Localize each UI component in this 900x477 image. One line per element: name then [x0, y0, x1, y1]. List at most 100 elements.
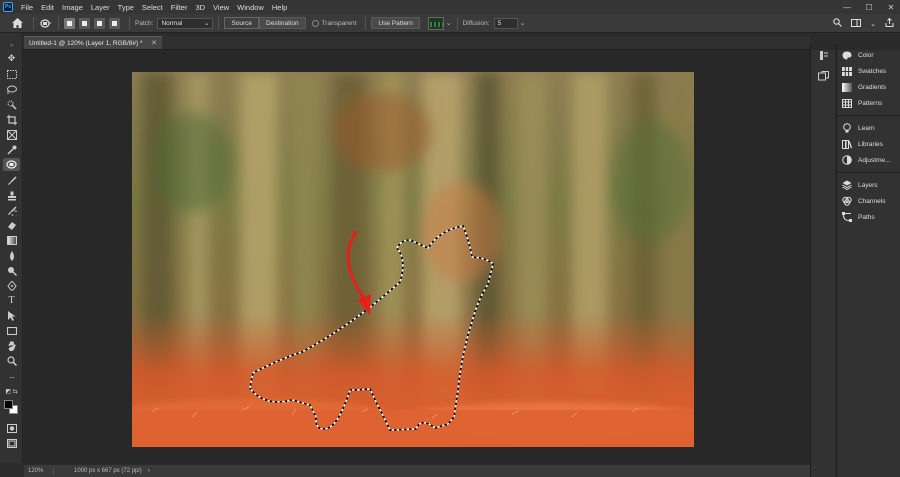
screen-mode-icon[interactable] [3, 437, 20, 450]
options-bar: Patch: Normal ⌄ Source Destination Trans… [0, 14, 900, 33]
eyedropper-tool-icon[interactable] [3, 143, 20, 156]
divider [456, 16, 458, 30]
chevron-down-icon[interactable]: ⌄ [446, 19, 452, 27]
menu-window[interactable]: Window [233, 3, 268, 12]
document-tab[interactable]: Untitled-1 @ 120% (Layer 1, RGB/8#) * ✕ [24, 36, 162, 49]
paths-icon [842, 212, 852, 222]
panel-collapse-icon[interactable]: » [3, 39, 20, 52]
divider [365, 16, 367, 30]
healing-patch-tool-icon[interactable] [3, 158, 20, 171]
default-colors-icon[interactable]: ◩ ⇆ [3, 387, 20, 395]
panel-icon-strip [810, 44, 836, 477]
maximize-button[interactable]: ☐ [864, 3, 874, 12]
patterns-icon [842, 98, 852, 108]
chevron-down-icon[interactable]: ⌄ [520, 19, 526, 27]
share-icon[interactable] [885, 17, 894, 29]
panel-gradients[interactable]: Gradients [837, 80, 900, 94]
move-tool-icon[interactable]: ✥ [3, 52, 20, 65]
status-menu-arrow[interactable]: › [148, 468, 150, 474]
panel-swatches[interactable]: Swatches [837, 64, 900, 78]
minimize-button[interactable]: — [842, 3, 852, 12]
subtract-from-selection-button[interactable] [94, 17, 105, 29]
menu-3d[interactable]: 3D [191, 3, 209, 12]
menu-layer[interactable]: Layer [87, 3, 114, 12]
panel-paths[interactable]: Paths [837, 210, 900, 224]
menu-select[interactable]: Select [138, 3, 167, 12]
dodge-tool-icon[interactable] [3, 264, 20, 277]
menu-file[interactable]: File [17, 3, 37, 12]
panel-learn[interactable]: Learn [837, 121, 900, 135]
use-pattern-button[interactable]: Use Pattern [371, 17, 420, 29]
crop-tool-icon[interactable] [3, 113, 20, 126]
zoom-tool-icon[interactable] [3, 354, 20, 367]
quick-selection-tool-icon[interactable] [3, 98, 20, 111]
patch-tool-preset-icon[interactable] [39, 16, 53, 30]
panel-libraries[interactable]: Libraries [837, 137, 900, 151]
path-selection-tool-icon[interactable] [3, 309, 20, 322]
menu-type[interactable]: Type [114, 3, 138, 12]
brush-tool-icon[interactable] [3, 174, 20, 187]
history-brush-tool-icon[interactable] [3, 204, 20, 217]
panel-learn-label: Learn [858, 124, 875, 132]
panel-channels-label: Channels [858, 197, 886, 205]
document-canvas[interactable] [132, 72, 694, 447]
pattern-swatch[interactable] [427, 16, 444, 30]
lasso-tool-icon[interactable] [3, 83, 20, 96]
patch-mode-select[interactable]: Normal ⌄ [157, 17, 214, 29]
photoshop-logo[interactable]: Ps [3, 2, 13, 12]
panel-swatches-label: Swatches [858, 67, 887, 75]
tools-panel: » ✥ T ··· ◩ ⇆ [0, 33, 23, 463]
rectangle-tool-icon[interactable] [3, 324, 20, 337]
foreground-color-swatch[interactable] [4, 400, 13, 409]
panel-color[interactable]: Color [837, 48, 900, 62]
hand-tool-icon[interactable] [3, 339, 20, 352]
transparent-label: Transparent [321, 19, 357, 27]
layers-icon [842, 180, 852, 190]
document-tab-title: Untitled-1 @ 120% (Layer 1, RGB/8#) * [29, 39, 143, 47]
panel-layers[interactable]: Layers [837, 178, 900, 192]
close-button[interactable]: ✕ [886, 3, 896, 12]
menu-filter[interactable]: Filter [167, 3, 192, 12]
panel-adjustments[interactable]: Adjustme... [837, 153, 900, 167]
more-tools-icon[interactable]: ··· [3, 371, 20, 384]
document-info: 1000 px x 667 px (72 ppi) [74, 468, 142, 474]
panel-group-divider [837, 115, 900, 116]
menu-image[interactable]: Image [58, 3, 87, 12]
zoom-level-field[interactable]: 120% [24, 468, 54, 474]
transparent-checkbox[interactable]: Transparent [311, 19, 361, 27]
frame-tool-icon[interactable] [3, 128, 20, 141]
checkbox-icon [311, 19, 319, 27]
diffusion-input[interactable]: 5 [493, 17, 518, 29]
intersect-selection-button[interactable] [109, 17, 120, 29]
properties-panel-icon[interactable] [817, 70, 830, 81]
search-icon[interactable] [833, 18, 843, 29]
new-selection-button[interactable] [64, 17, 75, 29]
menu-edit[interactable]: Edit [37, 3, 58, 12]
pen-tool-icon[interactable] [3, 279, 20, 292]
source-button[interactable]: Source [224, 17, 260, 29]
panel-patterns[interactable]: Patterns [837, 96, 900, 110]
patch-label: Patch: [135, 19, 154, 27]
menu-view[interactable]: View [209, 3, 233, 12]
canvas-image [132, 72, 694, 447]
blur-tool-icon[interactable] [3, 249, 20, 262]
close-icon[interactable]: ✕ [151, 39, 157, 47]
diffusion-value: 5 [497, 19, 502, 27]
marquee-tool-icon[interactable] [3, 68, 20, 81]
swatches-icon [842, 66, 852, 76]
quick-mask-icon[interactable] [3, 422, 20, 435]
panel-channels[interactable]: Channels [837, 194, 900, 208]
panel-dock: Color Swatches Gradients Patterns Learn … [836, 44, 900, 477]
gradient-tool-icon[interactable] [3, 234, 20, 247]
type-tool-icon[interactable]: T [3, 294, 20, 307]
menu-help[interactable]: Help [268, 3, 291, 12]
chevron-down-icon[interactable]: ⌄ [870, 20, 876, 28]
add-to-selection-button[interactable] [79, 17, 90, 29]
workspace-icon[interactable] [851, 18, 862, 29]
history-panel-icon[interactable] [817, 50, 830, 61]
destination-button[interactable]: Destination [259, 17, 306, 29]
adjustments-icon [842, 155, 852, 165]
eraser-tool-icon[interactable] [3, 219, 20, 232]
clone-stamp-tool-icon[interactable] [3, 189, 20, 202]
home-icon[interactable] [10, 16, 24, 30]
